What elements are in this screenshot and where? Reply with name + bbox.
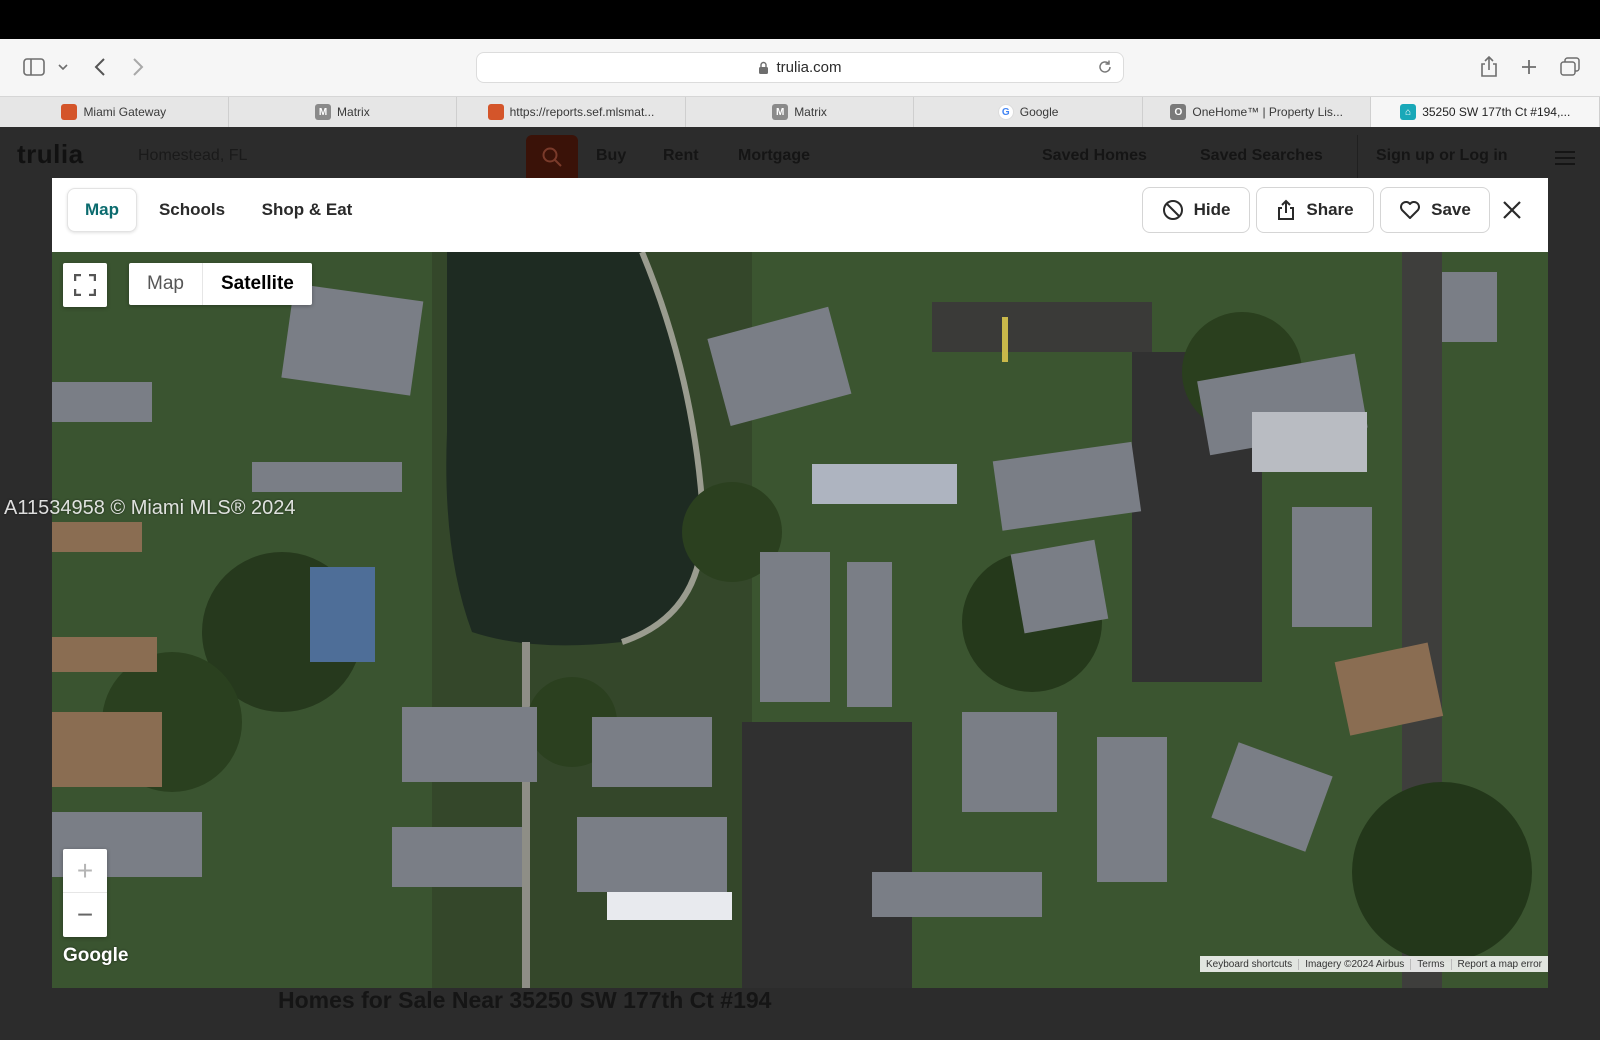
- mls-watermark: A11534958 © Miami MLS® 2024: [4, 497, 296, 519]
- map-type-map[interactable]: Map: [129, 263, 202, 305]
- save-label: Save: [1431, 200, 1471, 219]
- screen-top-bar: [0, 0, 1600, 39]
- nav-saved-searches[interactable]: Saved Searches: [1200, 147, 1323, 165]
- zoom-in-button[interactable]: +: [63, 849, 107, 893]
- satellite-imagery: [52, 252, 1548, 988]
- url-text: trulia.com: [776, 59, 842, 76]
- tab-shop-eat[interactable]: Shop & Eat: [252, 188, 362, 232]
- terms-link[interactable]: Terms: [1411, 958, 1452, 970]
- tab-miami-gateway[interactable]: Miami Gateway: [0, 97, 229, 127]
- tab-google[interactable]: G Google: [914, 97, 1143, 127]
- satellite-map[interactable]: Map Satellite + − Google Keyboard shortc…: [52, 252, 1548, 988]
- forward-icon[interactable]: [128, 53, 148, 81]
- tab-label: Matrix: [337, 105, 370, 119]
- matrix-favicon-icon: M: [772, 104, 789, 120]
- tab-label: Google: [1019, 105, 1059, 119]
- tab-onehome[interactable]: O OneHome™ | Property Lis...: [1143, 97, 1372, 127]
- tab-trulia-listing[interactable]: ⌂ 35250 SW 177th Ct #194,...: [1371, 97, 1600, 127]
- map-type-satellite[interactable]: Satellite: [201, 263, 312, 305]
- hide-button[interactable]: Hide: [1142, 187, 1250, 233]
- map-attribution: Keyboard shortcuts Imagery ©2024 Airbus …: [1200, 956, 1548, 972]
- sidebar-toggle-icon[interactable]: [22, 53, 46, 81]
- tab-label: Miami Gateway: [83, 105, 167, 119]
- tab-label: 35250 SW 177th Ct #194,...: [1422, 105, 1571, 119]
- fullscreen-button[interactable]: [63, 263, 107, 307]
- tab-label: https://reports.sef.mlsmat...: [509, 105, 655, 119]
- onehome-favicon-icon: O: [1170, 104, 1187, 120]
- back-icon[interactable]: [90, 53, 110, 81]
- map-type-control: Map Satellite: [129, 263, 312, 305]
- tab-matrix-1[interactable]: M Matrix: [229, 97, 458, 127]
- modal-header: Map Schools Shop & Eat Hide Share Save: [52, 178, 1548, 252]
- tab-overview-icon[interactable]: [1558, 53, 1582, 81]
- share-label: Share: [1306, 200, 1354, 219]
- nav-mortgage[interactable]: Mortgage: [738, 147, 810, 165]
- close-button[interactable]: [1498, 196, 1526, 224]
- new-tab-icon[interactable]: [1518, 53, 1540, 81]
- google-logo: Google: [63, 945, 129, 966]
- matrix-favicon-icon: M: [315, 104, 332, 120]
- tab-reports[interactable]: https://reports.sef.mlsmat...: [457, 97, 686, 127]
- trulia-logo[interactable]: trulia: [17, 139, 84, 170]
- save-button[interactable]: Save: [1380, 187, 1490, 233]
- location-search-input[interactable]: Homestead, FL: [138, 147, 247, 165]
- chevron-down-icon[interactable]: [56, 53, 70, 81]
- tab-label: OneHome™ | Property Lis...: [1192, 105, 1343, 119]
- lock-icon: [758, 61, 770, 75]
- search-icon: [542, 147, 562, 167]
- reports-favicon-icon: [487, 104, 504, 120]
- search-button[interactable]: [526, 135, 578, 179]
- share-button[interactable]: Share: [1256, 187, 1374, 233]
- report-error-link[interactable]: Report a map error: [1452, 959, 1548, 970]
- hide-icon: [1162, 200, 1183, 220]
- fullscreen-icon: [74, 274, 96, 296]
- imagery-credit: Imagery ©2024 Airbus: [1299, 958, 1412, 970]
- nav-rent[interactable]: Rent: [663, 147, 699, 165]
- keyboard-shortcuts-link[interactable]: Keyboard shortcuts: [1200, 958, 1300, 970]
- tab-bar: Miami Gateway M Matrix https://reports.s…: [0, 96, 1600, 127]
- homes-for-sale-heading: Homes for Sale Near 35250 SW 177th Ct #1…: [278, 987, 772, 1013]
- hide-label: Hide: [1193, 200, 1231, 219]
- google-favicon-icon: G: [997, 104, 1014, 120]
- nav-buy[interactable]: Buy: [596, 147, 626, 165]
- trulia-favicon-icon: ⌂: [1400, 104, 1417, 120]
- address-bar[interactable]: trulia.com: [476, 52, 1124, 83]
- reload-icon[interactable]: [1097, 59, 1113, 79]
- site-header: trulia Homestead, FL Buy Rent Mortgage S…: [0, 127, 1600, 179]
- tab-schools[interactable]: Schools: [152, 188, 232, 232]
- zoom-control: + −: [63, 849, 107, 937]
- nav-divider: [1357, 135, 1358, 179]
- tab-matrix-2[interactable]: M Matrix: [686, 97, 915, 127]
- heart-icon: [1400, 201, 1421, 219]
- menu-icon[interactable]: [1555, 151, 1575, 170]
- nav-signup[interactable]: Sign up or Log in: [1376, 147, 1508, 165]
- miami-gateway-favicon-icon: [61, 104, 78, 120]
- browser-toolbar: trulia.com: [0, 39, 1600, 96]
- tab-label: Matrix: [794, 105, 827, 119]
- share-icon: [1278, 199, 1295, 220]
- zoom-out-button[interactable]: −: [63, 893, 107, 937]
- nav-saved-homes[interactable]: Saved Homes: [1042, 147, 1147, 165]
- share-icon[interactable]: [1478, 53, 1500, 81]
- map-modal: Map Schools Shop & Eat Hide Share Save M…: [52, 178, 1548, 988]
- tab-map[interactable]: Map: [67, 188, 137, 232]
- close-icon: [1503, 201, 1521, 219]
